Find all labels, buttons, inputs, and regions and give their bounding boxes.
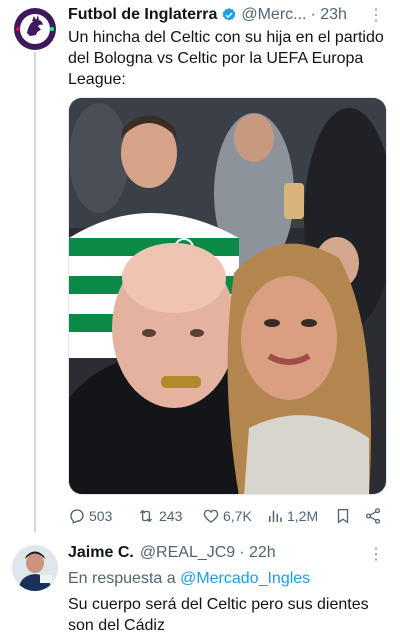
reply-context: En respuesta a @Mercado_Ingles (68, 568, 388, 589)
views-button[interactable]: 1,2M (266, 504, 318, 528)
tweet-actions: 503 243 6,7K 1,2M (68, 504, 388, 528)
reply-context-label: En respuesta a (68, 570, 176, 587)
more-icon[interactable]: ⋮ (368, 544, 384, 564)
reply-icon (70, 509, 84, 524)
tweet-header: Jaime C. @REAL_JC9 · 22h (68, 542, 276, 564)
retweet-icon (139, 509, 153, 523)
like-button[interactable]: 6,7K (202, 504, 252, 528)
display-name[interactable]: Jaime C. (68, 544, 134, 562)
views-count: 1,2M (287, 508, 319, 524)
views-icon (269, 510, 282, 522)
display-name[interactable]: Futbol de Inglaterra (68, 6, 217, 24)
retweet-count: 243 (159, 508, 183, 524)
handle[interactable]: @REAL_JC9 (140, 544, 235, 562)
tweet-reply[interactable]: Jaime C. @REAL_JC9 · 22h ⋮ En respuesta … (0, 535, 400, 640)
user-avatar-image (12, 545, 58, 591)
tweet-photo[interactable] (68, 97, 387, 495)
share-button[interactable] (364, 504, 382, 528)
tweet-main[interactable]: Futbol de Inglaterra @Merc... · 23h ⋮ Un… (0, 0, 400, 535)
bookmark-button[interactable] (334, 504, 352, 528)
timestamp[interactable]: · 23h (310, 6, 346, 24)
premier-league-logo (12, 6, 58, 52)
avatar[interactable] (12, 545, 58, 591)
tweet-text: Un hincha del Celtic con su hija en el p… (68, 29, 384, 88)
timestamp[interactable]: · 22h (239, 544, 275, 562)
tweet-text: Su cuerpo será del Celtic pero sus dient… (68, 596, 369, 634)
share-icon (365, 508, 381, 524)
reply-count: 503 (89, 508, 113, 524)
bookmark-icon (337, 508, 349, 524)
stadium-selfie-image (69, 98, 386, 494)
avatar[interactable] (12, 6, 58, 52)
like-count: 6,7K (223, 508, 252, 524)
tweet-header: Futbol de Inglaterra @Merc... · 23h (68, 4, 347, 26)
handle[interactable]: @Merc... (241, 6, 306, 24)
retweet-button[interactable]: 243 (136, 504, 182, 528)
more-icon[interactable]: ⋮ (368, 5, 384, 25)
reply-to-link[interactable]: @Mercado_Ingles (180, 570, 310, 587)
like-icon (203, 509, 219, 523)
verified-badge-icon (221, 7, 237, 23)
reply-button[interactable]: 503 (68, 504, 112, 528)
